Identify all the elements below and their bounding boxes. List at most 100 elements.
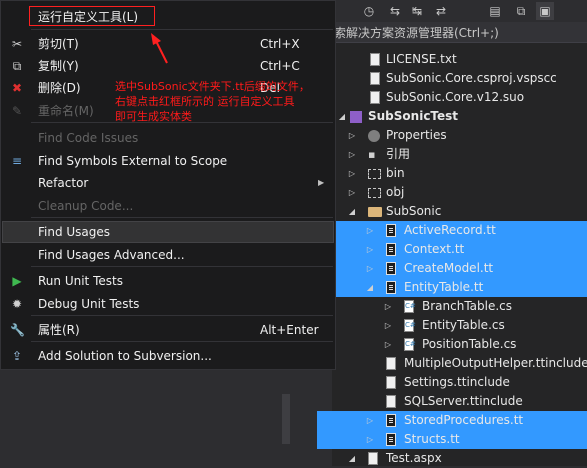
expand-arrow-icon[interactable]: ▷ — [382, 335, 394, 354]
file-icon — [386, 357, 396, 370]
tree-item-label: Properties — [386, 128, 447, 142]
menu-item-label: Find Usages Advanced... — [38, 248, 185, 262]
tree-item[interactable]: ▷ CreateModel.tt — [317, 259, 587, 278]
tree-item-label: ActiveRecord.tt — [404, 223, 496, 237]
menu-item-label: Add Solution to Subversion... — [38, 349, 212, 363]
menu-item-label: Find Symbols External to Scope — [38, 154, 228, 168]
tree-item-label: Context.tt — [404, 242, 465, 256]
expand-arrow-icon[interactable]: ▷ — [364, 411, 376, 430]
properties-icon[interactable]: ▤ — [486, 2, 504, 20]
file-icon — [386, 395, 396, 408]
collapse-arrow-icon[interactable]: ◢ — [364, 278, 376, 297]
tree-item-label: Settings.ttinclude — [404, 375, 510, 389]
menu-item-label: Find Usages — [38, 225, 111, 239]
menu-item-cleanup-code: Cleanup Code... — [2, 195, 334, 217]
collapse-arrow-icon[interactable]: ◢ — [346, 202, 358, 221]
menu-item-refactor[interactable]: Refactor ▶ — [2, 172, 334, 194]
annotation-line: 即可生成实体类 — [115, 110, 192, 123]
menu-item-find-symbols-external[interactable]: ≡ Find Symbols External to Scope — [2, 150, 334, 172]
annotation-line: 选中SubSonic文件夹下.tt后缀的文件， — [115, 80, 310, 93]
file-icon — [370, 91, 380, 104]
tree-item[interactable]: SQLServer.ttinclude — [276, 392, 587, 411]
file-icon — [368, 452, 378, 465]
back-icon[interactable]: ⇆ — [386, 2, 404, 20]
file-icon — [370, 72, 380, 85]
submenu-arrow-icon: ▶ — [318, 178, 325, 187]
file-icon — [370, 53, 380, 66]
tree-item-label: SQLServer.ttinclude — [404, 394, 523, 408]
tree-item-label: StoredProcedures.tt — [404, 413, 524, 427]
expand-arrow-icon[interactable]: ▷ — [346, 183, 358, 202]
menu-item-find-usages-advanced[interactable]: Find Usages Advanced... — [2, 244, 334, 266]
tree-item[interactable]: ▷ StoredProcedures.tt — [317, 411, 587, 430]
forward-icon[interactable]: ↹ — [408, 2, 426, 20]
properties-icon — [368, 130, 380, 142]
tree-item[interactable]: Settings.ttinclude — [276, 373, 587, 392]
expand-arrow-icon[interactable]: ▷ — [364, 259, 376, 278]
sync-icon[interactable]: ⧉ — [512, 2, 530, 20]
menu-item-shortcut: Ctrl+X — [260, 37, 300, 51]
menu-item-shortcut: Ctrl+C — [260, 59, 300, 73]
tree-item-label: BranchTable.cs — [422, 299, 513, 313]
menu-item-label: Refactor — [38, 176, 89, 190]
folder-icon — [368, 207, 382, 217]
delete-icon: ✖ — [11, 81, 23, 95]
expand-arrow-icon[interactable]: ▷ — [346, 145, 358, 164]
hidden-folder-icon — [368, 169, 381, 179]
menu-item-find-usages[interactable]: Find Usages — [2, 221, 334, 243]
bug-icon: ✹ — [11, 297, 23, 311]
menu-item-add-solution-to-subversion[interactable]: ⇪ Add Solution to Subversion... — [2, 345, 334, 367]
tree-item[interactable]: ▷ Context.tt — [317, 240, 587, 259]
menu-item-label: 剪切(T) — [38, 37, 79, 51]
scissors-icon: ✂ — [11, 37, 23, 51]
red-highlight-box — [29, 6, 155, 26]
tree-item-label: LICENSE.txt — [386, 52, 457, 66]
menu-item-debug-unit-tests[interactable]: ✹ Debug Unit Tests — [2, 293, 334, 315]
tree-item[interactable]: ◢ EntityTable.tt — [317, 278, 587, 297]
menu-item-label: 复制(Y) — [38, 59, 79, 73]
history-icon[interactable]: ◷ — [360, 2, 378, 20]
tree-item[interactable]: ◢ Test.aspx — [276, 449, 587, 468]
tree-item[interactable]: ▷ Structs.tt — [317, 430, 587, 449]
tree-item-label: MultipleOutputHelper.ttinclude — [404, 356, 587, 370]
expand-arrow-icon[interactable]: ▷ — [364, 221, 376, 240]
menu-item-label: 重命名(M) — [38, 104, 94, 118]
menu-item-label: Cleanup Code... — [38, 199, 134, 213]
collapse-arrow-icon[interactable]: ◢ — [336, 107, 348, 126]
menu-item-label: Run Unit Tests — [38, 274, 123, 288]
tree-item[interactable]: ▷ ActiveRecord.tt — [317, 221, 587, 240]
menu-item-properties[interactable]: 🔧 属性(R) Alt+Enter — [2, 319, 334, 341]
annotation-text: 选中SubSonic文件夹下.tt后缀的文件， 右键点击红框所示的 运行自定义工… — [115, 79, 335, 124]
tree-item-label: EntityTable.tt — [404, 280, 484, 294]
menu-item-run-unit-tests[interactable]: ▶ Run Unit Tests — [2, 270, 334, 292]
wrench-icon: 🔧 — [10, 323, 25, 337]
tree-item-label: 引用 — [386, 147, 411, 161]
copy-icon: ⧉ — [12, 59, 22, 73]
template-file-icon — [386, 433, 396, 446]
expand-arrow-icon[interactable]: ▷ — [382, 316, 394, 335]
template-file-icon — [386, 281, 396, 294]
tree-item-label: Test.aspx — [386, 451, 442, 465]
template-file-icon — [386, 243, 396, 256]
collapse-arrow-icon[interactable]: ◢ — [346, 449, 358, 468]
expand-arrow-icon[interactable]: ▷ — [346, 164, 358, 183]
solution-search-placeholder: 索解决方案资源管理器(Ctrl+;) — [334, 26, 499, 40]
template-file-icon — [386, 262, 396, 275]
subversion-icon: ⇪ — [11, 349, 23, 363]
tree-item-label: SubSonicTest — [368, 109, 459, 123]
expand-arrow-icon[interactable]: ▷ — [346, 126, 358, 145]
show-all-files-icon[interactable]: ▣ — [536, 2, 554, 20]
references-icon: ▪ — [368, 148, 376, 161]
solution-search-field[interactable]: 索解决方案资源管理器(Ctrl+;) — [332, 22, 587, 43]
expand-arrow-icon[interactable]: ▷ — [382, 297, 394, 316]
expand-arrow-icon[interactable]: ▷ — [364, 430, 376, 449]
expand-arrow-icon[interactable]: ▷ — [364, 240, 376, 259]
tree-item-label: Structs.tt — [404, 432, 460, 446]
csharp-file-icon: C# — [404, 338, 416, 351]
tree-item-label: SubSonic.Core.v12.suo — [386, 90, 525, 104]
hidden-folder-icon — [368, 188, 381, 198]
tree-item-label: SubSonic.Core.csproj.vspscc — [386, 71, 557, 85]
rename-icon: ✎ — [11, 104, 23, 118]
refresh-icon[interactable]: ⇄ — [432, 2, 450, 20]
context-menu: 运行自定义工具(L) ✂ 剪切(T) Ctrl+X ⧉ 复制(Y) Ctrl+C ✖ 删除(D)… — [0, 0, 336, 370]
